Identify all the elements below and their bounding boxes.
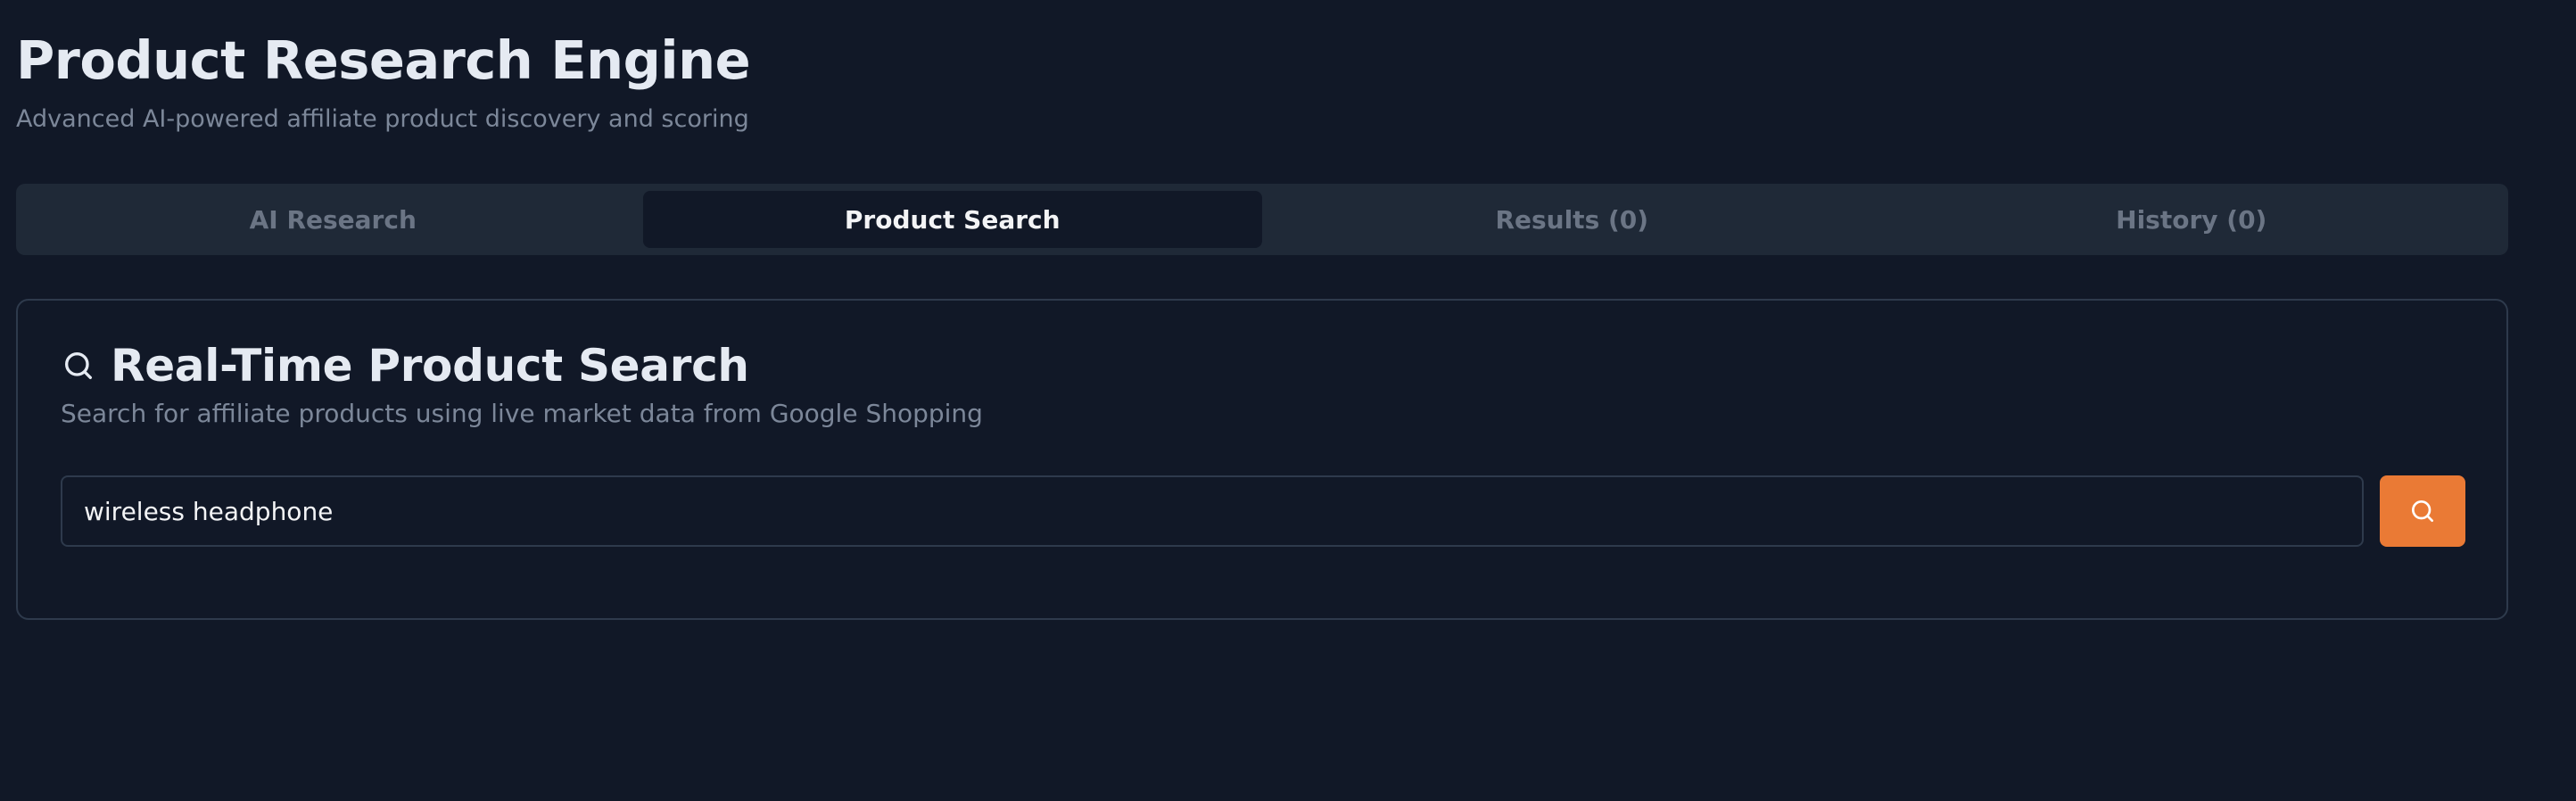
search-button[interactable] <box>2380 475 2465 547</box>
page-subtitle: Advanced AI-powered affiliate product di… <box>16 105 749 133</box>
page-title: Product Research Engine <box>16 29 751 91</box>
product-search-card: Real-Time Product Search Search for affi… <box>16 299 2508 620</box>
search-icon <box>61 348 96 384</box>
tab-product-search[interactable]: Product Search <box>642 191 1262 248</box>
card-title: Real-Time Product Search <box>111 340 749 392</box>
search-icon <box>2408 497 2437 525</box>
tab-bar: AI Research Product Search Results (0) H… <box>16 184 2508 255</box>
tab-results[interactable]: Results (0) <box>1262 191 1882 248</box>
card-header: Real-Time Product Search <box>61 340 749 392</box>
tab-history[interactable]: History (0) <box>1882 191 2502 248</box>
card-description: Search for affiliate products using live… <box>61 399 983 428</box>
tab-ai-research[interactable]: AI Research <box>23 191 643 248</box>
page: Product Research Engine Advanced AI-powe… <box>0 0 2576 801</box>
search-input[interactable] <box>61 475 2364 547</box>
